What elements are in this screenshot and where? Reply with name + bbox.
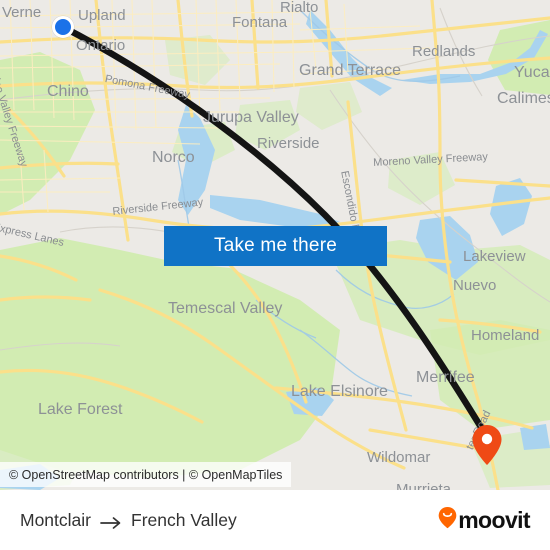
origin-label: Montclair	[20, 509, 91, 530]
moovit-trip-map-page: Verne Upland Rialto Fontana Ontario Redlands G…	[0, 0, 550, 550]
footer-bar: Montclair French Valley moovit	[0, 490, 550, 550]
map-canvas[interactable]: Verne Upland Rialto Fontana Ontario Redlands G…	[0, 0, 550, 490]
moovit-wordmark: moovit	[458, 506, 530, 533]
destination-pin-icon[interactable]	[471, 424, 503, 466]
moovit-pin-icon	[438, 506, 457, 534]
map-attribution[interactable]: © OpenStreetMap contributors | © OpenMap…	[0, 462, 292, 487]
origin-marker-icon[interactable]	[52, 16, 74, 38]
take-me-there-label: Take me there	[214, 235, 337, 256]
destination-label: French Valley	[131, 509, 237, 530]
trip-summary: Montclair French Valley	[20, 510, 237, 531]
moovit-logo[interactable]: moovit	[438, 506, 531, 534]
attribution-text: © OpenStreetMap contributors | © OpenMap…	[9, 467, 283, 482]
take-me-there-button[interactable]: Take me there	[164, 226, 387, 266]
arrow-right-icon	[100, 514, 122, 529]
